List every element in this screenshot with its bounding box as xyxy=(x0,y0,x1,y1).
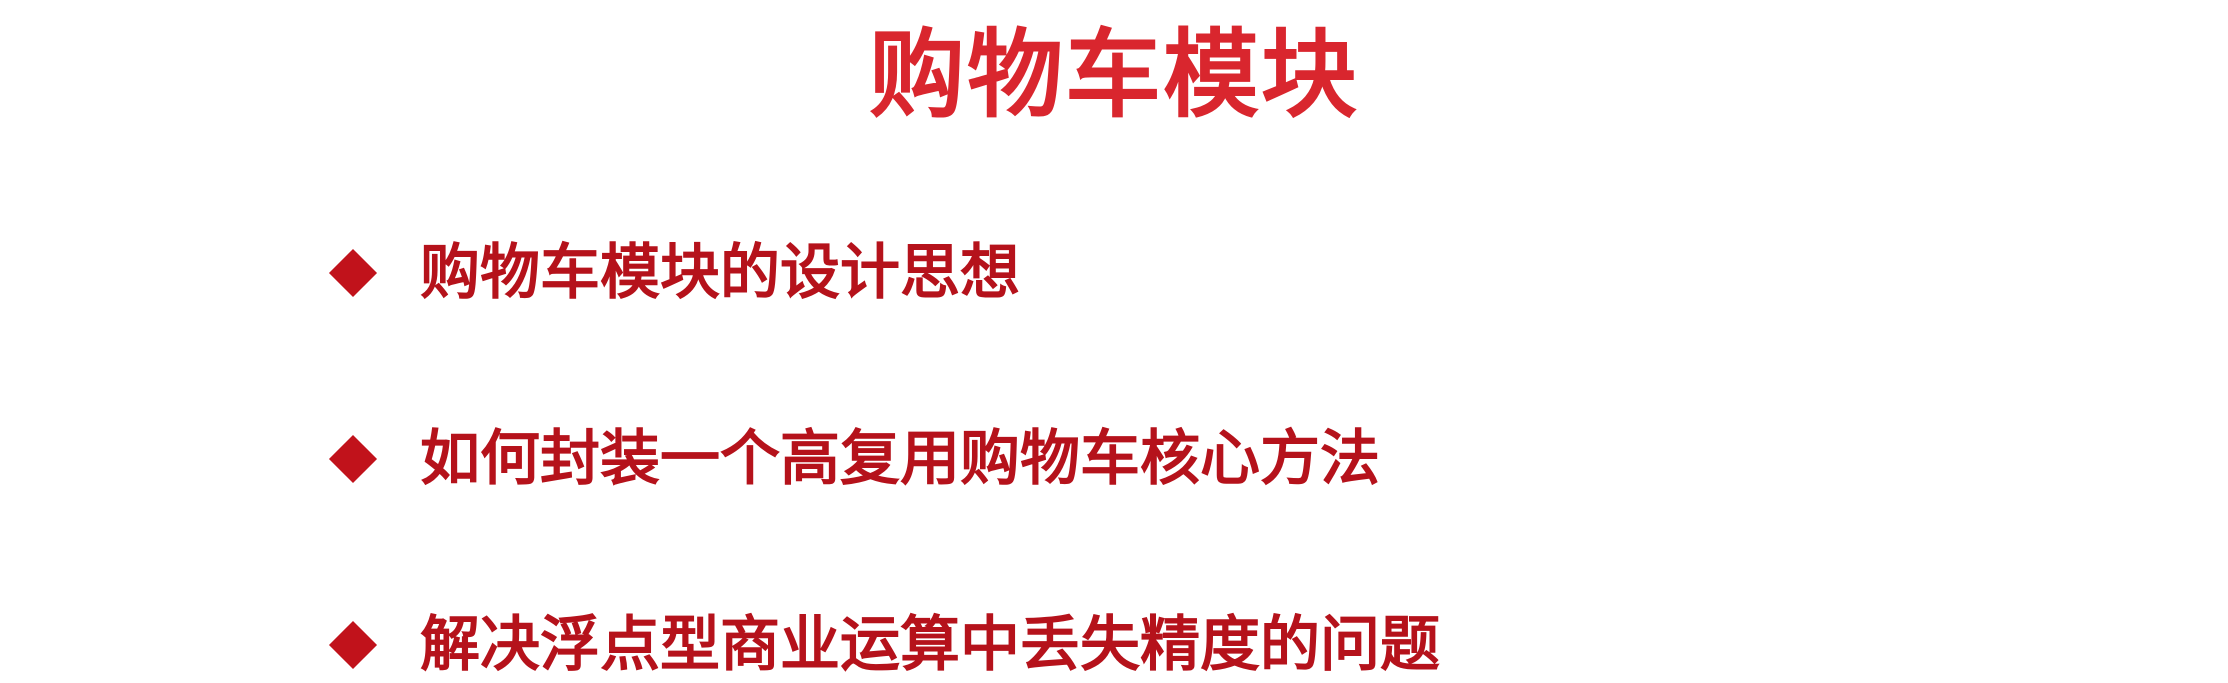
slide: 购物车模块 购物车模块的设计思想 如何封装一个高复用购物车核心方法 解决浮点型商… xyxy=(0,0,2228,683)
bullet-list: 购物车模块的设计思想 如何封装一个高复用购物车核心方法 解决浮点型商业运算中丢失… xyxy=(328,228,1440,683)
bullet-text: 如何封装一个高复用购物车核心方法 xyxy=(420,424,1380,494)
slide-title: 购物车模块 xyxy=(869,19,1359,131)
bullet-item: 如何封装一个高复用购物车核心方法 xyxy=(328,414,1440,504)
bullet-text: 解决浮点型商业运算中丢失精度的问题 xyxy=(420,610,1440,680)
bullet-text: 购物车模块的设计思想 xyxy=(420,238,1020,308)
diamond-icon xyxy=(328,434,378,484)
diamond-icon xyxy=(328,620,378,670)
diamond-icon xyxy=(328,248,378,298)
bullet-item: 购物车模块的设计思想 xyxy=(328,228,1440,318)
bullet-item: 解决浮点型商业运算中丢失精度的问题 xyxy=(328,600,1440,683)
